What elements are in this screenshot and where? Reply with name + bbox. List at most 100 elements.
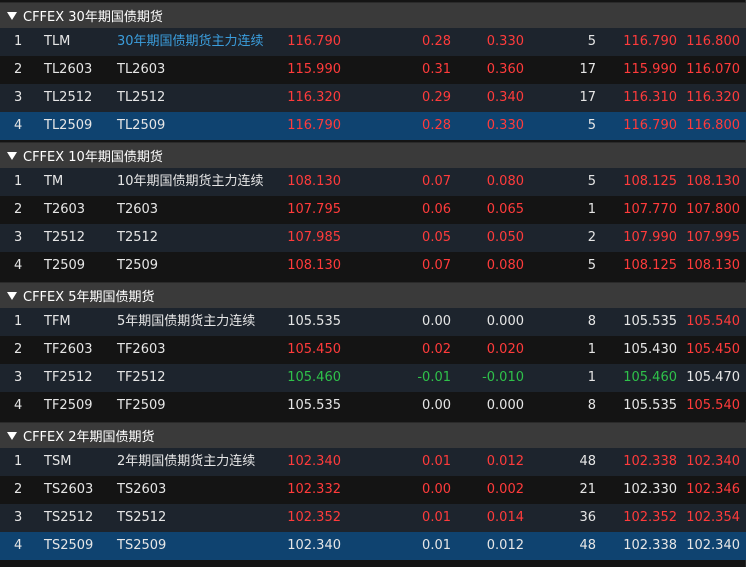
- last-price: 105.535: [287, 398, 341, 413]
- table-row[interactable]: 4 TS2509 TS2509 102.340 0.01 0.012 48 102.338 10…: [0, 532, 746, 560]
- price-change: 0.01: [422, 510, 451, 525]
- price-change-pct: 0.012: [486, 454, 524, 469]
- quote-table: CFFEX 30年期国债期货 1 TLM 30年期国债期货主力连续 116.790 0.2…: [0, 0, 746, 567]
- table-row[interactable]: 4 TL2509 TL2509 116.790 0.28 0.330 5 116.790 116…: [0, 112, 746, 140]
- last-price: 107.795: [287, 202, 341, 217]
- row-index: 3: [14, 370, 23, 385]
- row-index: 3: [14, 230, 23, 245]
- ask-price: 108.130: [686, 258, 740, 273]
- price-change: 0.28: [422, 118, 451, 133]
- last-price: 102.332: [287, 482, 341, 497]
- price-change-pct: 0.340: [486, 90, 524, 105]
- volume: 5: [587, 34, 596, 49]
- group-header[interactable]: CFFEX 2年期国债期货: [0, 422, 746, 448]
- contract-name: TF2512: [117, 370, 166, 385]
- volume: 1: [587, 342, 596, 357]
- price-change: -0.01: [417, 370, 451, 385]
- ask-price: 105.540: [686, 314, 740, 329]
- group-title: CFFEX 30年期国债期货: [23, 10, 163, 25]
- contract-name: T2603: [117, 202, 159, 217]
- table-row[interactable]: 3 TS2512 TS2512 102.352 0.01 0.014 36 102.352 10…: [0, 504, 746, 532]
- group-header[interactable]: CFFEX 5年期国债期货: [0, 282, 746, 308]
- group-title: CFFEX 5年期国债期货: [23, 290, 155, 305]
- group-title: CFFEX 2年期国债期货: [23, 430, 155, 445]
- contract-code: TF2603: [44, 342, 93, 357]
- volume: 5: [587, 118, 596, 133]
- ask-price: 105.450: [686, 342, 740, 357]
- row-index: 4: [14, 258, 23, 273]
- table-row[interactable]: 1 TSM 2年期国债期货主力连续 102.340 0.01 0.012 48 102.338…: [0, 448, 746, 476]
- table-row[interactable]: 3 TF2512 TF2512 105.460 -0.01 -0.010 1 105.460 1…: [0, 364, 746, 392]
- bid-price: 115.990: [623, 62, 677, 77]
- contract-code: TL2509: [44, 118, 93, 133]
- contract-name: TF2603: [117, 342, 166, 357]
- bid-price: 102.338: [623, 454, 677, 469]
- row-index: 1: [14, 454, 23, 469]
- table-row[interactable]: 1 TLM 30年期国债期货主力连续 116.790 0.28 0.330 5 116.790…: [0, 28, 746, 56]
- contract-name: 5年期国债期货主力连续: [117, 314, 256, 329]
- ask-price: 102.340: [686, 454, 740, 469]
- ask-price: 116.800: [686, 34, 740, 49]
- volume: 1: [587, 202, 596, 217]
- last-price: 116.320: [287, 90, 341, 105]
- caret-down-icon[interactable]: [7, 11, 17, 20]
- contract-code: T2512: [44, 230, 86, 245]
- bid-price: 102.330: [623, 482, 677, 497]
- table-row[interactable]: 3 TL2512 TL2512 116.320 0.29 0.340 17 116.310 11…: [0, 84, 746, 112]
- bid-price: 105.430: [623, 342, 677, 357]
- price-change-pct: 0.014: [486, 510, 524, 525]
- contract-name: TS2509: [117, 538, 167, 553]
- ask-price: 107.995: [686, 230, 740, 245]
- table-row[interactable]: 2 TS2603 TS2603 102.332 0.00 0.002 21 102.330 10…: [0, 476, 746, 504]
- bid-price: 116.790: [623, 118, 677, 133]
- volume: 8: [587, 398, 596, 413]
- bid-price: 107.770: [623, 202, 677, 217]
- group-header[interactable]: CFFEX 10年期国债期货: [0, 142, 746, 168]
- contract-code: T2603: [44, 202, 86, 217]
- caret-down-icon[interactable]: [7, 291, 17, 300]
- table-row[interactable]: 4 TF2509 TF2509 105.535 0.00 0.000 8 105.535 105…: [0, 392, 746, 420]
- table-row[interactable]: 4 T2509 T2509 108.130 0.07 0.080 5 108.125 108.1…: [0, 252, 746, 280]
- price-change-pct: 0.330: [486, 118, 524, 133]
- price-change-pct: 0.360: [486, 62, 524, 77]
- contract-name: T2512: [117, 230, 159, 245]
- last-price: 102.340: [287, 538, 341, 553]
- contract-code: T2509: [44, 258, 86, 273]
- ask-price: 116.800: [686, 118, 740, 133]
- last-price: 108.130: [287, 174, 341, 189]
- volume: 17: [579, 90, 596, 105]
- row-index: 2: [14, 62, 23, 77]
- contract-code: TL2512: [44, 90, 93, 105]
- bid-price: 102.352: [623, 510, 677, 525]
- caret-down-icon[interactable]: [7, 151, 17, 160]
- price-change-pct: 0.000: [486, 398, 524, 413]
- ask-price: 102.346: [686, 482, 740, 497]
- table-row[interactable]: 2 TL2603 TL2603 115.990 0.31 0.360 17 115.990 11…: [0, 56, 746, 84]
- contract-code: TLM: [44, 34, 71, 49]
- volume: 36: [579, 510, 596, 525]
- table-row[interactable]: 3 T2512 T2512 107.985 0.05 0.050 2 107.990 107.9…: [0, 224, 746, 252]
- caret-down-icon[interactable]: [7, 431, 17, 440]
- price-change: 0.05: [422, 230, 451, 245]
- table-row[interactable]: 1 TM 10年期国债期货主力连续 108.130 0.07 0.080 5 108.125 1…: [0, 168, 746, 196]
- price-change: 0.01: [422, 454, 451, 469]
- group-header[interactable]: CFFEX 30年期国债期货: [0, 2, 746, 28]
- ask-price: 102.340: [686, 538, 740, 553]
- volume: 8: [587, 314, 596, 329]
- bid-price: 105.535: [623, 314, 677, 329]
- contract-name: TF2509: [117, 398, 166, 413]
- contract-name: T2509: [117, 258, 159, 273]
- volume: 17: [579, 62, 596, 77]
- row-index: 2: [14, 202, 23, 217]
- price-change: 0.00: [422, 398, 451, 413]
- ask-price: 108.130: [686, 174, 740, 189]
- price-change: 0.01: [422, 538, 451, 553]
- table-row[interactable]: 2 TF2603 TF2603 105.450 0.02 0.020 1 105.430 105…: [0, 336, 746, 364]
- contract-code: TS2512: [44, 510, 94, 525]
- row-index: 4: [14, 538, 23, 553]
- contract-code: TF2509: [44, 398, 93, 413]
- table-row[interactable]: 1 TFM 5年期国债期货主力连续 105.535 0.00 0.000 8 105.535 1…: [0, 308, 746, 336]
- table-row[interactable]: 2 T2603 T2603 107.795 0.06 0.065 1 107.770 107.8…: [0, 196, 746, 224]
- contract-code: TFM: [44, 314, 71, 329]
- price-change-pct: 0.012: [486, 538, 524, 553]
